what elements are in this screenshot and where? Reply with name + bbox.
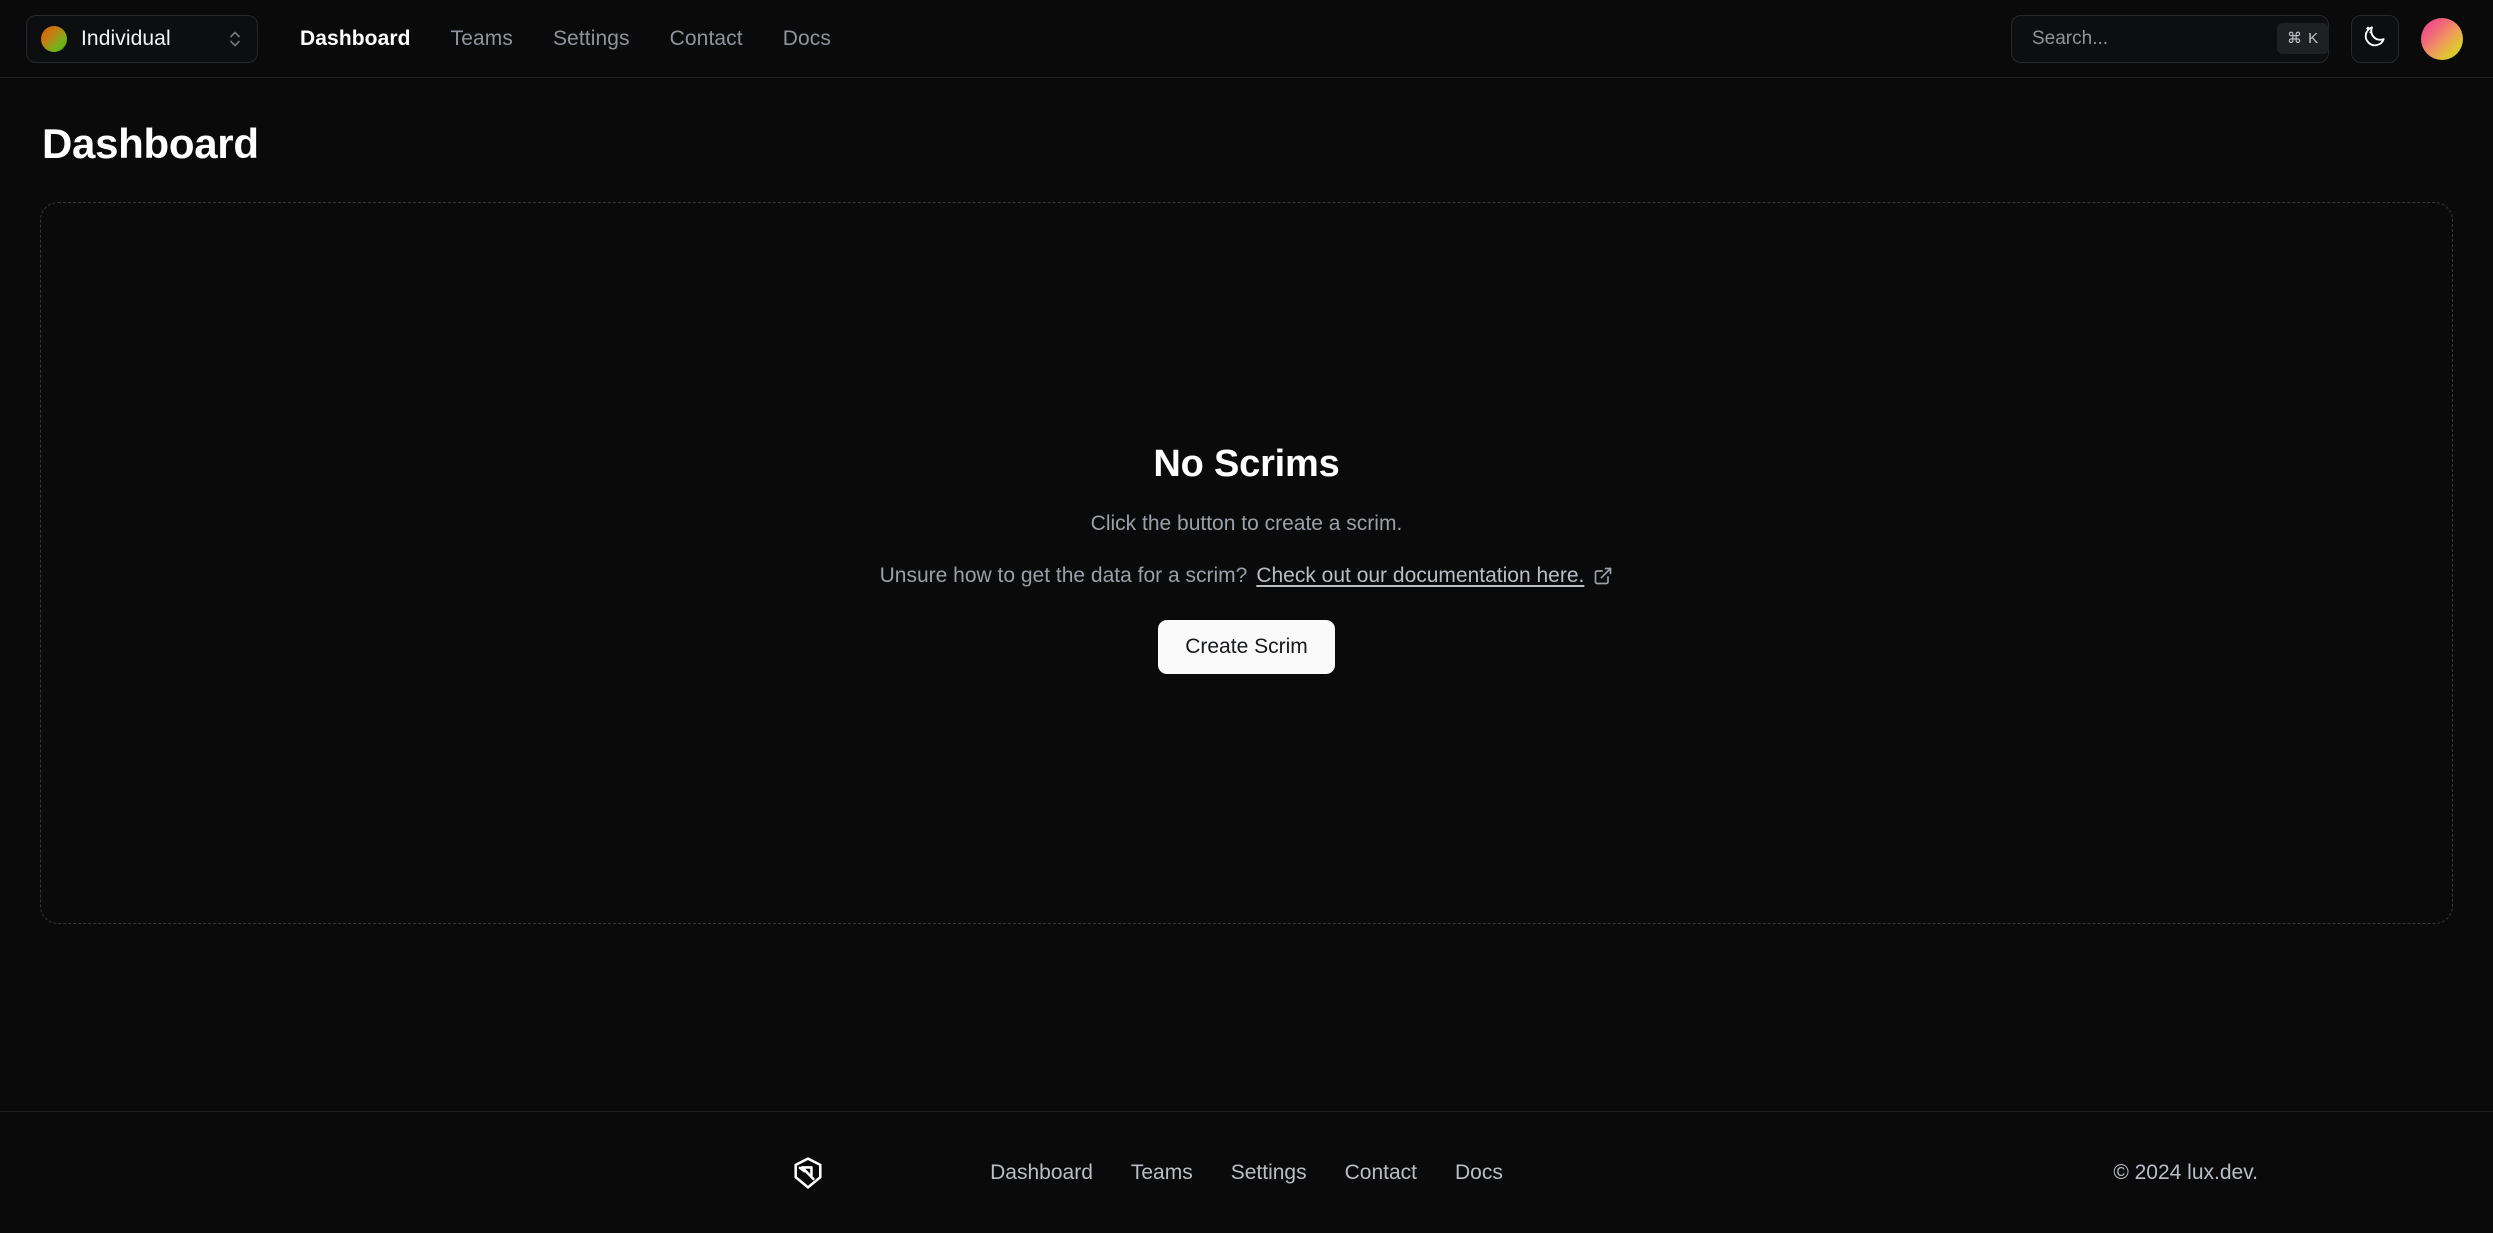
theme-toggle-button[interactable] (2351, 14, 2399, 63)
nav-link-settings[interactable]: Settings (553, 27, 630, 51)
empty-state-help: Unsure how to get the data for a scrim? … (880, 564, 1614, 588)
documentation-link[interactable]: Check out our documentation here. (1256, 564, 1584, 588)
nav-link-contact[interactable]: Contact (670, 27, 743, 51)
nav-link-docs[interactable]: Docs (783, 27, 831, 51)
footer-link-contact[interactable]: Contact (1345, 1161, 1417, 1185)
nav-link-teams[interactable]: Teams (451, 27, 513, 51)
empty-state-subtitle: Click the button to create a scrim. (1090, 511, 1403, 535)
search-shortcut-badge: ⌘ K (2277, 23, 2330, 54)
top-header: Individual Dashboard Teams Settings Cont… (0, 0, 2493, 78)
org-avatar-icon (41, 25, 67, 52)
search-box[interactable]: ⌘ K (2011, 14, 2330, 63)
org-switcher-label: Individual (81, 26, 171, 50)
main-navigation: Dashboard Teams Settings Contact Docs (300, 27, 831, 51)
footer-link-dashboard[interactable]: Dashboard (990, 1161, 1093, 1185)
create-scrim-button[interactable]: Create Scrim (1158, 619, 1335, 674)
empty-state-inner: No Scrims Click the button to create a s… (880, 443, 1614, 674)
external-link-icon[interactable] (1593, 566, 1613, 586)
footer-link-teams[interactable]: Teams (1131, 1161, 1193, 1185)
header-actions: ⌘ K (2011, 14, 2463, 63)
app-root: Individual Dashboard Teams Settings Cont… (0, 0, 2493, 1233)
page-footer: Dashboard Teams Settings Contact Docs © … (0, 1111, 2493, 1233)
empty-state-help-text: Unsure how to get the data for a scrim? (879, 563, 1248, 587)
footer-link-docs[interactable]: Docs (1455, 1161, 1503, 1185)
footer-navigation: Dashboard Teams Settings Contact Docs (990, 1161, 1503, 1185)
user-avatar[interactable] (2421, 17, 2463, 60)
empty-state-card: No Scrims Click the button to create a s… (40, 202, 2453, 924)
page-title: Dashboard (42, 120, 259, 167)
search-input[interactable] (2032, 27, 2277, 50)
chevron-up-down-icon (227, 28, 243, 50)
lux-shield-logo[interactable] (415, 1155, 822, 1191)
moon-stars-icon (2362, 23, 2388, 54)
footer-link-settings[interactable]: Settings (1231, 1161, 1307, 1185)
copyright-text: © 2024 lux.dev. (2113, 1160, 2258, 1184)
empty-state-title: No Scrims (1153, 442, 1340, 485)
nav-link-dashboard[interactable]: Dashboard (300, 27, 411, 51)
page-content: Dashboard No Scrims Click the button to … (0, 78, 2493, 1111)
org-switcher[interactable]: Individual (26, 14, 258, 63)
